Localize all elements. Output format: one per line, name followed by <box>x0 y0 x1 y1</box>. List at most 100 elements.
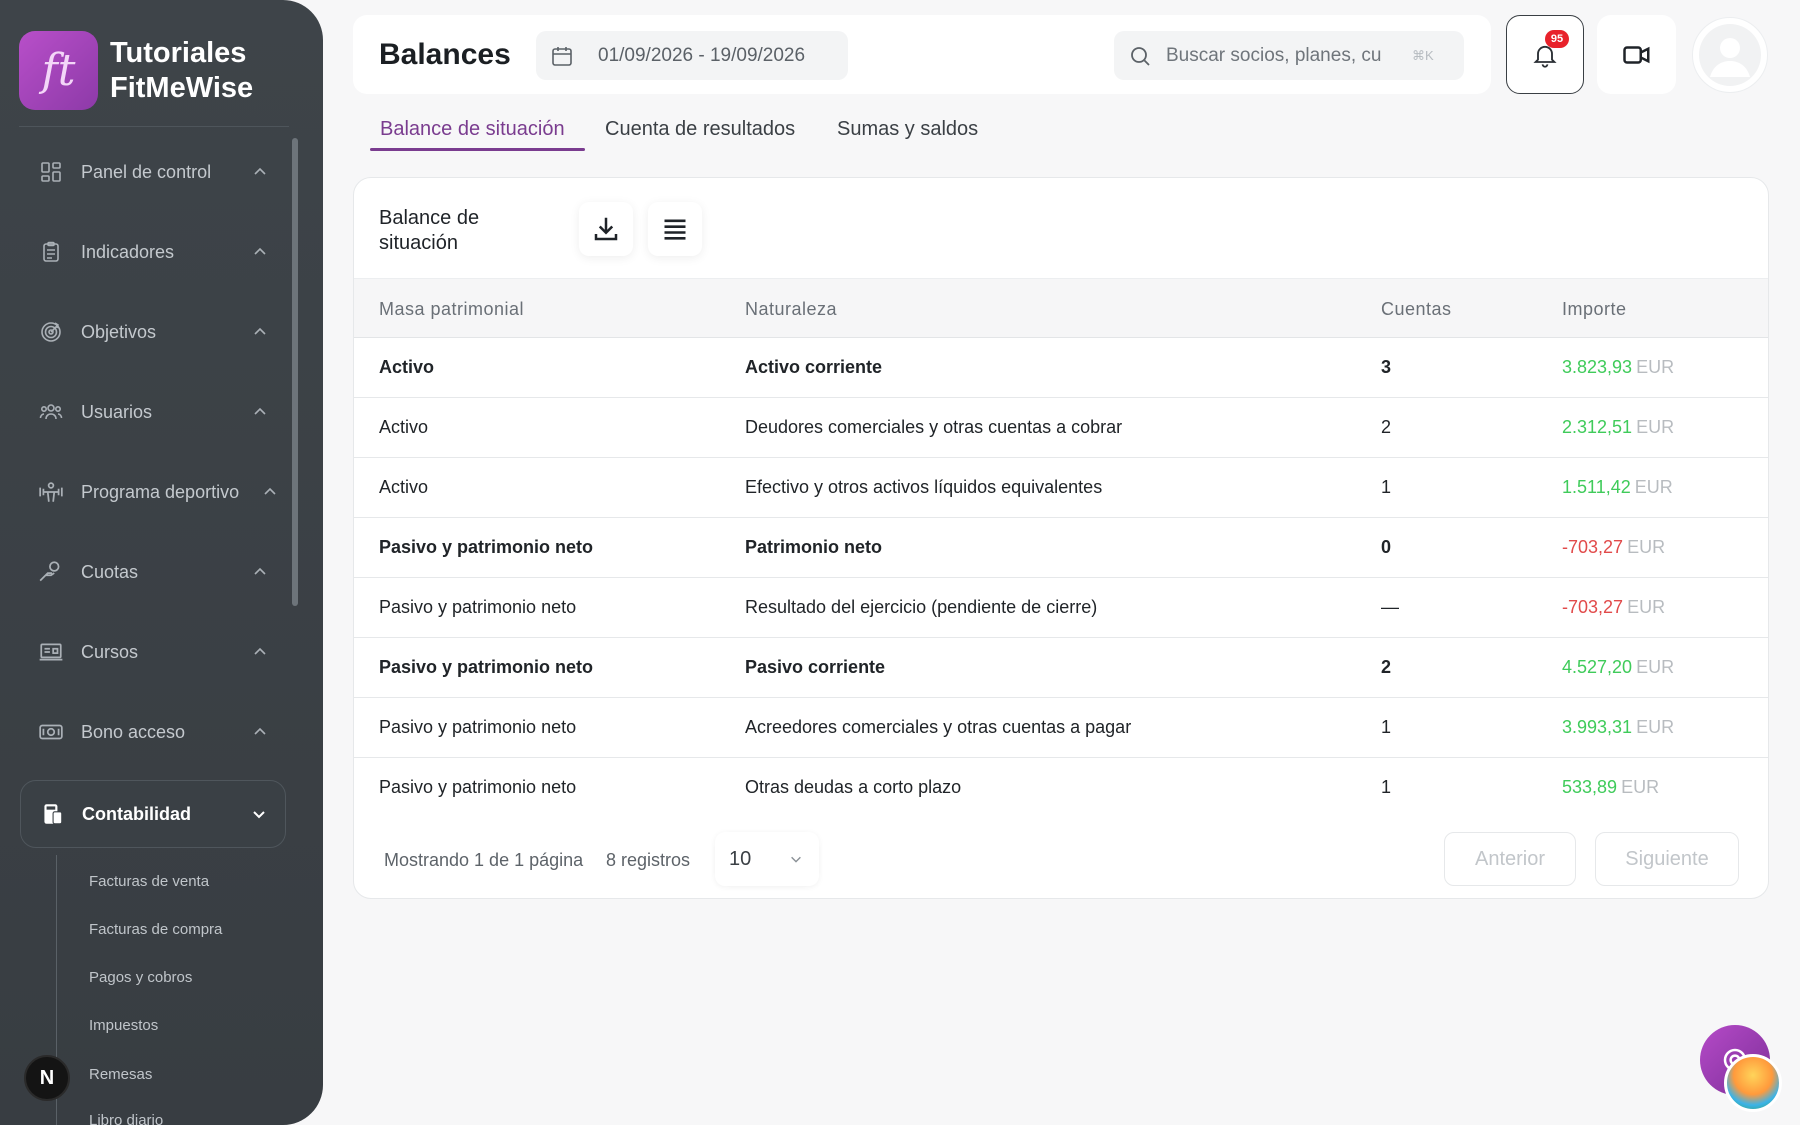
chevron-up-icon <box>254 567 266 575</box>
amount-value: -703,27 <box>1562 537 1624 557</box>
cell-naturaleza: Acreedores comerciales y otras cuentas a… <box>745 717 1132 737</box>
column-header-importe[interactable]: Importe <box>1562 299 1627 320</box>
previous-page-button[interactable]: Anterior <box>1444 832 1576 886</box>
subnav-item-libro-diario[interactable]: Libro diario <box>89 1112 163 1125</box>
download-icon <box>594 217 618 241</box>
cell-cuentas: 2 <box>1381 657 1392 677</box>
page-size-select[interactable]: 10 <box>715 832 819 886</box>
cell-masa: Activo <box>379 477 429 497</box>
amount-currency: EUR <box>1636 657 1675 677</box>
sidebar-item-contabilidad[interactable]: Contabilidad <box>20 780 286 848</box>
download-button[interactable] <box>579 202 633 256</box>
sidebar-item-label: Cursos <box>81 641 139 662</box>
subnav-item-remesas[interactable]: Remesas <box>89 1066 152 1083</box>
cell-naturaleza: Patrimonio neto <box>745 537 883 557</box>
cell-cuentas: 3 <box>1381 357 1392 377</box>
sidebar-item-label: Indicadores <box>81 241 175 262</box>
sidebar-item-objetivos[interactable]: Objetivos <box>20 302 286 362</box>
accounting-icon <box>39 801 65 827</box>
table-row[interactable]: Pasivo y patrimonio neto Patrimonio neto… <box>354 518 1768 578</box>
cell-naturaleza: Deudores comerciales y otras cuentas a c… <box>745 417 1123 437</box>
tab-cuenta-de-resultados[interactable]: Cuenta de resultados <box>605 118 795 141</box>
subnav-item-facturas-de-compra[interactable]: Facturas de compra <box>89 921 222 938</box>
notifications-button[interactable] <box>1506 15 1584 94</box>
user-silhouette-icon <box>1699 24 1761 86</box>
dev-indicator-avatar[interactable]: N <box>24 1055 70 1101</box>
subnav-item-impuestos[interactable]: Impuestos <box>89 1017 158 1034</box>
active-tab-indicator <box>370 148 585 151</box>
amount-value: 3.823,93 <box>1562 357 1633 377</box>
sidebar-item-programa-deportivo[interactable]: Programa deportivo <box>20 462 286 522</box>
assistant-avatar[interactable] <box>1724 1054 1782 1112</box>
cell-importe: 1.511,42 EUR <box>1562 477 1673 498</box>
sidebar-item-cuotas[interactable]: Cuotas <box>20 542 286 602</box>
hand-coin-icon <box>38 559 64 585</box>
table-row[interactable]: Pasivo y patrimonio neto Pasivo corrient… <box>354 638 1768 698</box>
ticket-money-icon <box>38 719 64 745</box>
table-row[interactable]: Activo Activo corriente 3 3.823,93 EUR <box>354 338 1768 398</box>
next-page-button[interactable]: Siguiente <box>1595 832 1739 886</box>
users-icon <box>38 399 64 425</box>
dashboard-icon <box>38 159 64 185</box>
list-icon <box>664 219 686 240</box>
subnav-item-pagos-y-cobros[interactable]: Pagos y cobros <box>89 969 192 986</box>
cell-naturaleza: Otras deudas a corto plazo <box>745 777 962 797</box>
cell-importe: 4.527,20 EUR <box>1562 657 1674 678</box>
sidebar-item-usuarios[interactable]: Usuarios <box>20 382 286 442</box>
amount-currency: EUR <box>1636 417 1675 437</box>
tab-balance-de-situacion[interactable]: Balance de situación <box>380 118 565 141</box>
search-icon <box>1131 46 1150 66</box>
search-input[interactable] <box>1166 44 1406 67</box>
chevron-down-icon <box>253 811 265 819</box>
sidebar-item-panel-de-control[interactable]: Panel de control <box>20 142 286 202</box>
cell-importe: 2.312,51 EUR <box>1562 417 1674 438</box>
search-bar[interactable]: ⌘K <box>1114 31 1464 80</box>
cell-importe: -703,27 EUR <box>1562 597 1665 618</box>
sidebar-item-label: Programa deportivo <box>81 481 240 502</box>
cell-importe: 3.993,31 EUR <box>1562 717 1674 738</box>
date-range-picker[interactable]: 01/09/2026 - 19/09/2026 <box>536 31 848 80</box>
sidebar-item-bono-acceso[interactable]: Bono acceso <box>20 702 286 762</box>
cell-naturaleza: Pasivo corriente <box>745 657 886 677</box>
sidebar-item-indicadores[interactable]: Indicadores <box>20 222 286 282</box>
cell-masa: Activo <box>379 357 435 377</box>
amount-currency: EUR <box>1621 777 1660 797</box>
sidebar-item-cursos[interactable]: Cursos <box>20 622 286 682</box>
subnav-item-facturas-de-venta[interactable]: Facturas de venta <box>89 873 209 890</box>
cell-cuentas: 0 <box>1381 537 1392 557</box>
chevron-down-icon <box>791 856 801 863</box>
amount-currency: EUR <box>1627 537 1666 557</box>
page-title: Balances <box>379 38 511 71</box>
cell-cuentas: 1 <box>1381 477 1392 497</box>
chevron-up-icon <box>254 327 266 335</box>
table-row[interactable]: Pasivo y patrimonio neto Otras deudas a … <box>354 758 1768 818</box>
sidebar-item-label: Bono acceso <box>81 721 186 742</box>
sidebar-scrollbar[interactable] <box>292 138 298 606</box>
target-icon <box>38 319 64 345</box>
amount-value: 1.511,42 <box>1562 477 1631 497</box>
column-header-cuentas[interactable]: Cuentas <box>1381 299 1452 320</box>
cell-cuentas: 1 <box>1381 777 1392 797</box>
cell-masa: Pasivo y patrimonio neto <box>379 777 577 797</box>
chevron-up-icon <box>264 487 276 495</box>
amount-value: 533,89 <box>1562 777 1618 797</box>
columns-button[interactable] <box>648 202 702 256</box>
cell-masa: Pasivo y patrimonio neto <box>379 537 594 557</box>
chevron-up-icon <box>254 407 266 415</box>
table-row[interactable]: Activo Efectivo y otros activos líquidos… <box>354 458 1768 518</box>
chevron-up-icon <box>254 167 266 175</box>
column-header-masa[interactable]: Masa patrimonial <box>379 299 524 320</box>
date-range-value: 01/09/2026 - 19/09/2026 <box>598 44 806 66</box>
cell-naturaleza: Activo corriente <box>745 357 883 377</box>
table-row[interactable]: Activo Deudores comerciales y otras cuen… <box>354 398 1768 458</box>
brand[interactable]: ft Tutoriales FitMeWise <box>19 31 253 110</box>
table-row[interactable]: Pasivo y patrimonio neto Acreedores come… <box>354 698 1768 758</box>
table-row[interactable]: Pasivo y patrimonio neto Resultado del e… <box>354 578 1768 638</box>
brand-name: Tutoriales FitMeWise <box>110 36 254 104</box>
column-header-naturaleza[interactable]: Naturaleza <box>745 299 837 320</box>
video-call-button[interactable] <box>1597 15 1676 94</box>
tab-sumas-y-saldos[interactable]: Sumas y saldos <box>837 118 978 141</box>
user-avatar[interactable] <box>1692 17 1768 93</box>
cell-masa: Activo <box>379 417 429 437</box>
amount-currency: EUR <box>1634 477 1673 497</box>
